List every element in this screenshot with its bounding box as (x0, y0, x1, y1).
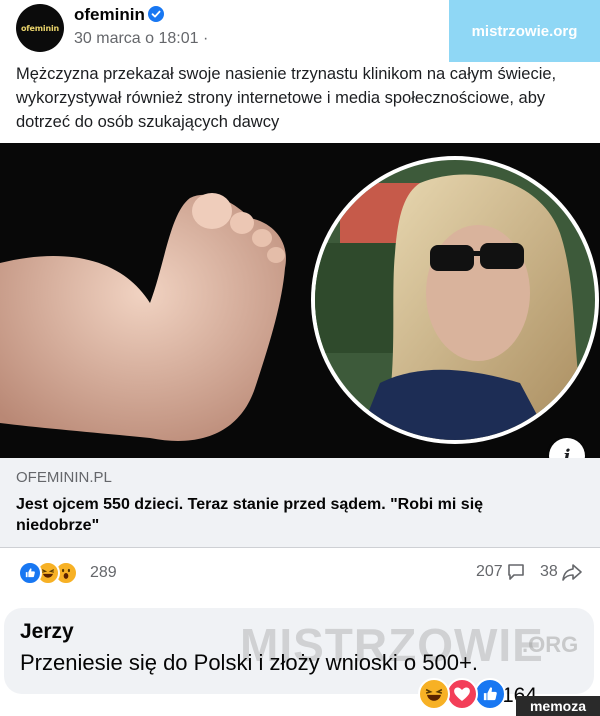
watermark-memoza: memoza (516, 696, 600, 716)
shares-count[interactable]: 38 (540, 563, 558, 581)
like-icon (474, 678, 506, 710)
comments-count[interactable]: 207 (476, 563, 503, 581)
link-preview-image[interactable] (0, 143, 600, 458)
love-icon (446, 678, 478, 710)
page-avatar[interactable]: ofeminin (16, 4, 64, 52)
reaction-icons[interactable] (18, 561, 88, 585)
preview-photo (0, 143, 600, 458)
post-timestamp[interactable]: 30 marca o 18:01 · (74, 30, 208, 48)
verified-badge-icon (148, 6, 164, 22)
link-preview[interactable]: OFEMININ.PL Jest ojcem 550 dzieci. Teraz… (0, 458, 600, 548)
link-domain: OFEMININ.PL (16, 469, 112, 486)
watermark-top: mistrzowie.org (449, 0, 600, 62)
reactions-bar: 289 207 38 (0, 552, 600, 592)
reaction-count[interactable]: 289 (90, 564, 117, 582)
haha-icon (418, 678, 450, 710)
share-icon[interactable] (561, 561, 583, 583)
page-name[interactable]: ofeminin (74, 5, 145, 25)
comment-icon[interactable] (506, 562, 526, 582)
watermark-center-org: .ORG (522, 632, 579, 657)
link-title: Jest ojcem 550 dzieci. Teraz stanie prze… (16, 496, 484, 534)
avatar-logo-text: ofeminin (20, 23, 59, 33)
comment-author[interactable]: Jerzy (20, 620, 74, 644)
watermark-memoza-text: memoza (529, 698, 587, 714)
watermark-top-text: mistrzowie.org (471, 22, 578, 40)
comment-text: Przeniesie się do Polski i złoży wnioski… (20, 650, 478, 675)
like-icon (18, 561, 42, 585)
post-text: Mężczyzna przekazał swoje nasienie trzyn… (16, 65, 557, 131)
